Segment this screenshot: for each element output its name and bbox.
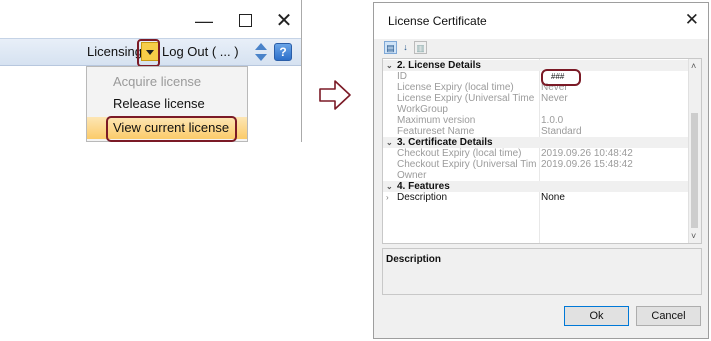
arrow-right-icon [319,80,351,110]
title-bar: — ✕ [0,0,302,38]
help-icon[interactable]: ? [274,43,292,61]
property-row[interactable]: Checkout Expiry (local time) 2019.09.26 … [383,148,689,159]
property-grid: ⌄ 2. License Details ID ### License Expi… [382,58,702,244]
property-name: Description [397,192,448,203]
property-value: 2019.09.26 15:48:42 [541,159,633,170]
property-name: License Expiry (Universal Time [397,93,535,104]
scrollbar-thumb[interactable] [691,113,698,228]
chevron-down-icon[interactable]: ⌄ [386,60,393,71]
description-panel: Description [382,248,702,295]
license-certificate-dialog: License Certificate ✕ ▤ ↓ ▥ ⌄ 2. License… [373,2,709,339]
scroll-down-icon[interactable]: ˅ [691,231,696,241]
property-name: Maximum version [397,115,476,126]
property-row[interactable]: License Expiry (local time) Never [383,82,689,93]
property-row[interactable]: Featureset Name Standard [383,126,689,137]
property-name: Featureset Name [397,126,475,137]
property-value: Never [541,93,568,104]
property-row[interactable]: ID ### [383,71,689,82]
ok-button[interactable]: Ok [564,306,629,326]
property-pages-icon[interactable]: ▥ [414,41,427,54]
property-name: Owner [397,170,427,181]
property-value: Standard [541,126,582,137]
property-row[interactable]: Owner [383,170,689,181]
property-row[interactable]: › Description None [383,192,689,203]
menu-highlight-outline [106,116,237,142]
close-icon: ✕ [275,10,293,32]
property-row[interactable]: Checkout Expiry (Universal Tim 2019.09.2… [383,159,689,170]
id-value-highlight-outline [541,69,581,86]
dialog-title-bar: License Certificate ✕ [374,3,708,39]
menu-item-acquire-license[interactable]: Acquire license [87,71,247,93]
property-value: 2019.09.26 10:48:42 [541,148,633,159]
chevron-right-icon[interactable]: › [386,192,389,203]
property-row[interactable]: WorkGroup [383,104,689,115]
property-name: ID [397,71,407,82]
property-row[interactable]: License Expiry (Universal Time Never [383,93,689,104]
property-name: Checkout Expiry (Universal Tim [397,159,537,170]
minimize-button[interactable]: — [184,8,224,34]
alphabetical-icon[interactable]: ↓ [399,41,412,54]
maximize-button[interactable] [225,8,265,34]
property-name: WorkGroup [397,104,448,115]
chevron-down-icon[interactable]: ⌄ [386,137,393,148]
dialog-title: License Certificate [388,14,487,28]
dropdown-highlight-outline [137,39,160,67]
property-value: 1.0.0 [541,115,564,126]
maximize-icon [238,14,252,28]
categorized-icon[interactable]: ▤ [384,41,397,54]
category-features[interactable]: ⌄ 4. Features [383,181,689,192]
logout-button[interactable]: Log Out ( ... ) [162,44,239,59]
app-window-crop: — ✕ Licensing Log Out ( ... ) ? Acquire … [0,0,302,142]
minimize-icon: — [195,11,213,31]
description-title: Description [386,254,442,265]
property-name: License Expiry (local time) [397,82,514,93]
scroll-up-icon[interactable]: ˄ [691,61,696,71]
close-icon[interactable]: ✕ [685,10,699,30]
chevron-down-icon[interactable]: ⌄ [386,181,393,192]
property-value: None [541,192,565,203]
property-grid-toolbar: ▤ ↓ ▥ [382,40,702,56]
vertical-scrollbar[interactable]: ˄ ˅ [688,59,701,243]
close-button[interactable]: ✕ [264,8,302,34]
category-license-details[interactable]: ⌄ 2. License Details [383,60,689,71]
property-name: Checkout Expiry (local time) [397,148,522,159]
cancel-button[interactable]: Cancel [636,306,701,326]
menu-item-release-license[interactable]: Release license [87,93,247,115]
licensing-menu-label[interactable]: Licensing [87,44,142,59]
category-certificate-details[interactable]: ⌄ 3. Certificate Details [383,137,689,148]
window-border [301,0,302,142]
expand-collapse-icon[interactable] [254,42,268,62]
property-row[interactable]: Maximum version 1.0.0 [383,115,689,126]
